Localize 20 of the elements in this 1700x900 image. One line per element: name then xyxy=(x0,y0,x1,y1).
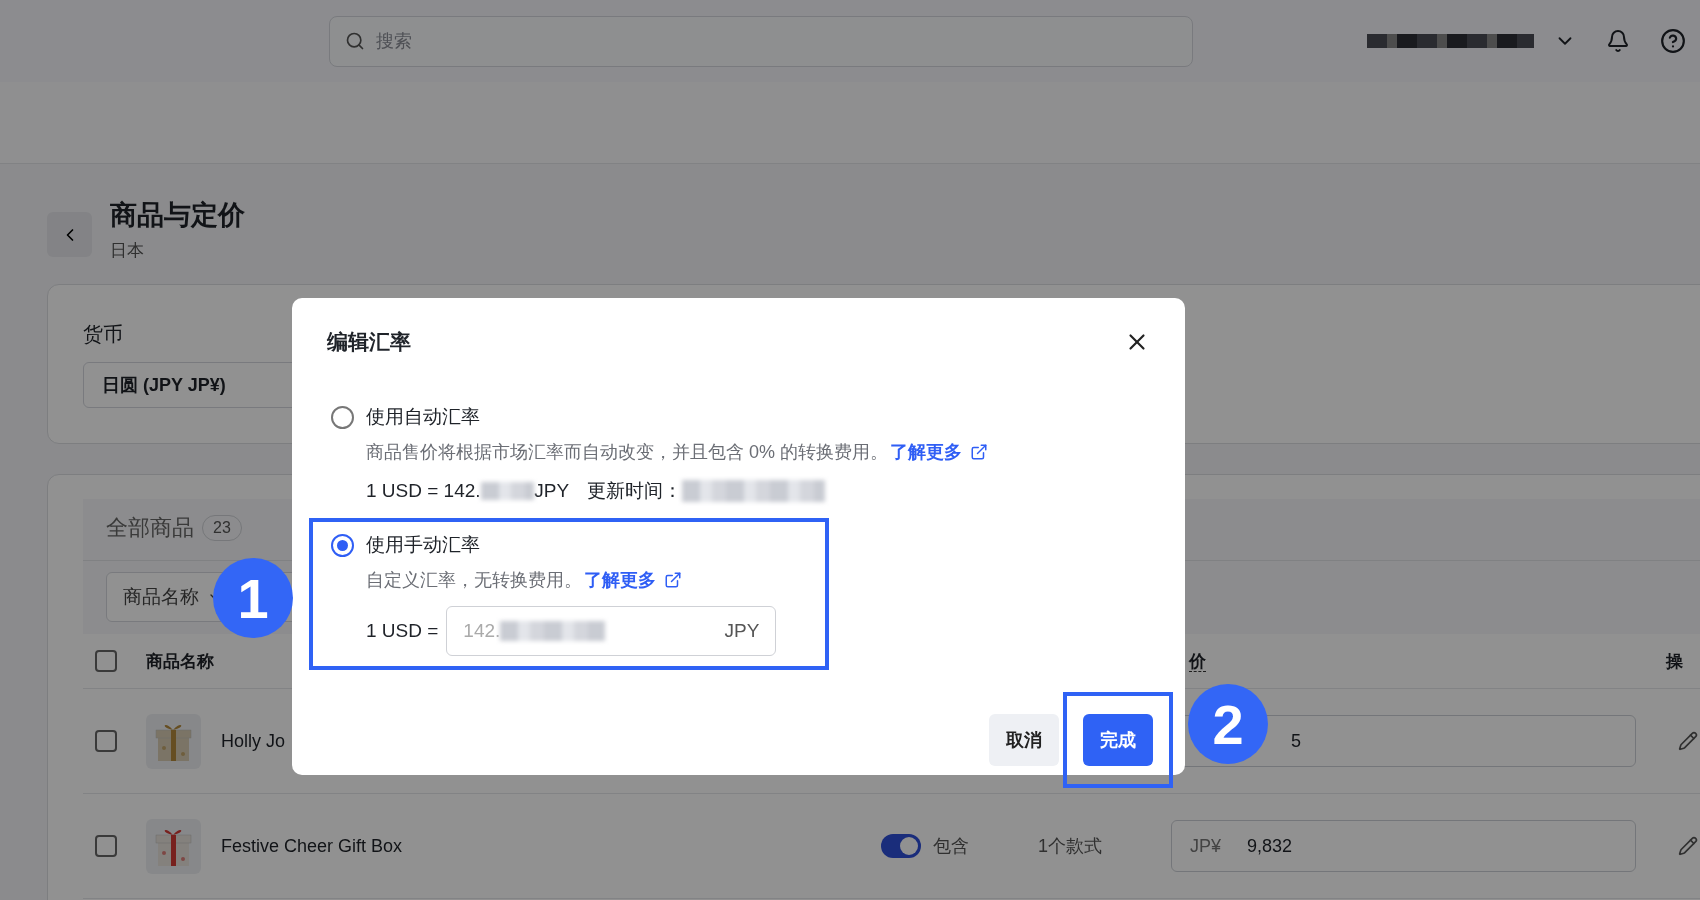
column-header: 操 xyxy=(1666,650,1683,673)
rate-text: 1 USD = 142. xyxy=(366,480,481,502)
page-title: 商品与定价 xyxy=(110,199,245,232)
column-header: 价 xyxy=(1189,651,1206,672)
product-name: Festive Cheer Gift Box xyxy=(221,835,403,857)
tab-label: 全部商品 xyxy=(106,514,194,542)
option-label: 使用手动汇率 xyxy=(366,533,480,557)
rate-label: 1 USD = xyxy=(366,620,439,642)
column-header: 商品名称 xyxy=(146,650,214,673)
variant-count: 1个款式 xyxy=(1038,836,1102,856)
product-name: Holly Jo xyxy=(221,730,286,752)
option-description: 商品售价将根据市场汇率而自动改变，并且包含 0% 的转换费用。 xyxy=(366,441,889,464)
dialog-title: 编辑汇率 xyxy=(327,329,411,355)
field-label: 货币 xyxy=(83,322,123,347)
option-description: 自定义汇率，无转换费用。 xyxy=(366,569,582,592)
toggle-label: 包含 xyxy=(933,835,969,858)
updated-label: 更新时间： xyxy=(587,479,683,503)
option-label: 使用自动汇率 xyxy=(366,405,480,429)
page-subtitle: 日本 xyxy=(110,240,145,262)
rate-unit: JPY xyxy=(534,480,570,502)
